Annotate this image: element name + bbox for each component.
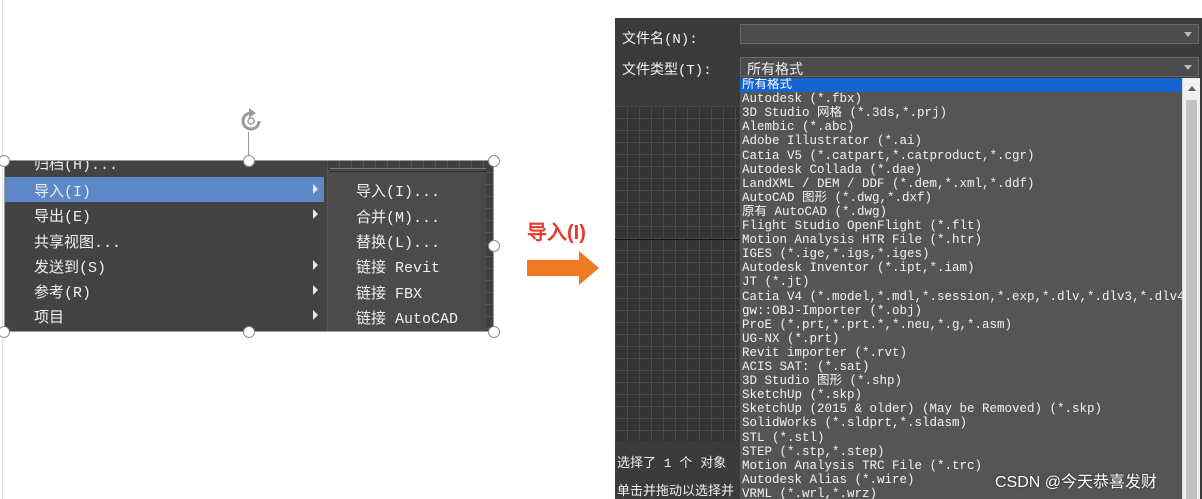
context-menu-screenshot: 归档(H)... 导入(I) 导出(E) 共享视图... 发送到(S) 参考(R… [0, 0, 510, 499]
filetype-option[interactable]: Autodesk Collada (*.dae) [740, 163, 1182, 177]
filetype-option[interactable]: JT (*.jt) [740, 275, 1182, 289]
filetype-option[interactable]: UG-NX (*.prt) [740, 332, 1182, 346]
chevron-down-icon[interactable] [1184, 65, 1192, 70]
status-selection-text: 选择了 1 个 对象 [617, 456, 727, 471]
chevron-down-icon[interactable] [1184, 32, 1192, 37]
image-selection-frame [4, 160, 494, 332]
filetype-option[interactable]: Autodesk (*.fbx) [740, 92, 1182, 106]
resize-handle-right[interactable] [488, 240, 500, 252]
filetype-option[interactable]: SketchUp (2015 & older) (May be Removed)… [740, 402, 1182, 416]
status-hint-text: 单击并拖动以选择并 [617, 484, 735, 499]
filetype-option[interactable]: 所有格式 [740, 78, 1182, 92]
filetype-value: 所有格式 [747, 63, 803, 79]
scroll-up-icon[interactable] [1188, 86, 1196, 91]
scrollbar-thumb[interactable] [1186, 100, 1197, 499]
filetype-option[interactable]: Flight Studio OpenFlight (*.flt) [740, 219, 1182, 233]
preview-viewport [615, 106, 739, 441]
filetype-option[interactable]: Adobe Illustrator (*.ai) [740, 134, 1182, 148]
dropdown-scrollbar[interactable] [1182, 78, 1200, 499]
filetype-option[interactable]: Autodesk Inventor (*.ipt,*.iam) [740, 261, 1182, 275]
annotation-label: 导入(I) [527, 222, 586, 244]
filetype-option[interactable]: Catia V5 (*.catpart,*.catproduct,*.cgr) [740, 149, 1182, 163]
filetype-option[interactable]: STEP (*.stp,*.step) [740, 445, 1182, 459]
filetype-option[interactable]: SketchUp (*.skp) [740, 388, 1182, 402]
filetype-option[interactable]: Revit importer (*.rvt) [740, 346, 1182, 360]
resize-handle-bottom-left[interactable] [0, 326, 10, 338]
filetype-option[interactable]: Alembic (*.abc) [740, 120, 1182, 134]
filetype-combobox[interactable]: 所有格式 [740, 57, 1199, 79]
resize-handle-bottom-right[interactable] [488, 326, 500, 338]
filetype-option[interactable]: ACIS SAT: (*.sat) [740, 360, 1182, 374]
filetype-label: 文件类型(T): [622, 63, 712, 79]
filename-combobox[interactable] [740, 24, 1199, 44]
filetype-option[interactable]: IGES (*.ige,*.igs,*.iges) [740, 247, 1182, 261]
filetype-option[interactable]: Motion Analysis HTR File (*.htr) [740, 233, 1182, 247]
right-arrow-icon [527, 251, 599, 285]
resize-handle-bottom[interactable] [243, 326, 255, 338]
filename-label: 文件名(N): [622, 32, 698, 48]
filetype-option[interactable]: 3D Studio 网格 (*.3ds,*.prj) [740, 106, 1182, 120]
filetype-option[interactable]: gw::OBJ-Importer (*.obj) [740, 304, 1182, 318]
resize-handle-top[interactable] [243, 155, 255, 167]
filetype-option[interactable]: ProE (*.prt,*.prt.*,*.neu,*.g,*.asm) [740, 318, 1182, 332]
filetype-option[interactable]: SolidWorks (*.sldprt,*.sldasm) [740, 416, 1182, 430]
filetype-option[interactable]: 3D Studio 图形 (*.shp) [740, 374, 1182, 388]
page-edge-line [2, 0, 3, 499]
filetype-option[interactable]: AutoCAD 图形 (*.dwg,*.dxf) [740, 191, 1182, 205]
filetype-option[interactable]: Catia V4 (*.model,*.mdl,*.session,*.exp,… [740, 290, 1182, 304]
preview-axis-line [615, 239, 739, 240]
filetype-option[interactable]: STL (*.stl) [740, 431, 1182, 445]
watermark: CSDN @今天恭喜发财 [995, 474, 1158, 491]
rotate-handle-icon[interactable] [236, 106, 266, 136]
filetype-option[interactable]: 原有 AutoCAD (*.dwg) [740, 205, 1182, 219]
filetype-option[interactable]: LandXML / DEM / DDF (*.dem,*.xml,*.ddf) [740, 177, 1182, 191]
filetype-dropdown-list[interactable]: 所有格式 Autodesk (*.fbx) 3D Studio 网格 (*.3ds,… [740, 78, 1182, 499]
resize-handle-top-right[interactable] [488, 155, 500, 167]
